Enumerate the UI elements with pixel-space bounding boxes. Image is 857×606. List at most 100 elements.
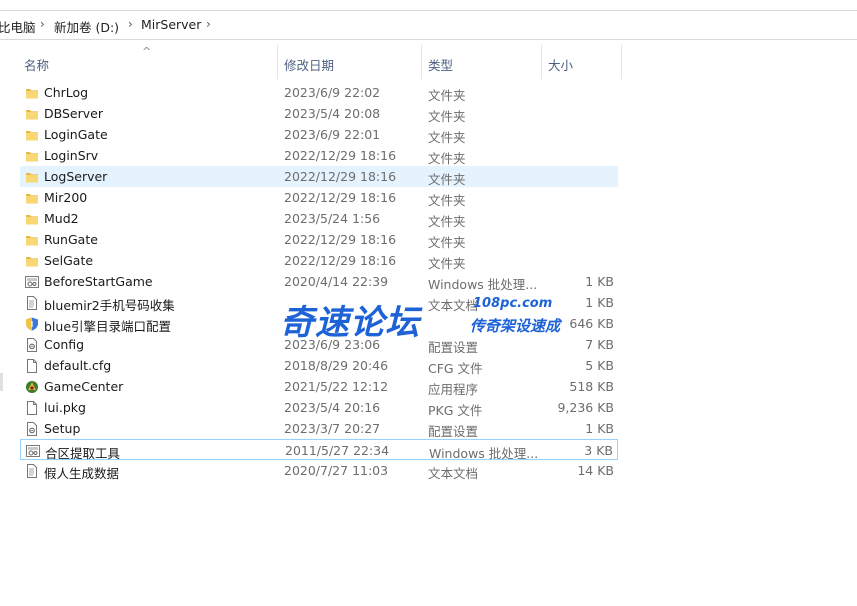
folder-icon [25,85,39,99]
file-name: BeforeStartGame [44,274,153,289]
watermark: 奇速论坛 108pc.com 传奇架设速成 [280,293,580,343]
file-type: 文件夹 [428,172,466,187]
file-type: 应用程序 [428,382,479,397]
file-name: Setup [44,421,81,436]
file-date: 2023/5/4 20:08 [284,106,381,121]
file-date: 2022/12/29 18:16 [284,190,397,205]
folder-icon [25,169,39,183]
file-size: 3 KB [584,443,613,458]
watermark-title: 奇速论坛 [280,303,420,343]
file-row[interactable]: Mir200 2022/12/29 18:16 文件夹 [20,187,618,208]
column-header-name[interactable]: 名称 [24,55,49,74]
folder-icon [25,106,39,120]
column-divider[interactable] [621,45,622,79]
folder-icon [25,211,39,225]
file-row[interactable]: GameCenter 2021/5/22 12:12 应用程序 518 KB [20,376,618,397]
file-row[interactable]: Mud2 2023/5/24 1:56 文件夹 [20,208,618,229]
file-date: 2020/7/27 11:03 [284,463,389,478]
file-type: 配置设置 [428,424,479,439]
sort-ascending-icon: ^ [142,45,152,58]
file-type: PKG 文件 [428,403,483,418]
app-icon [25,379,39,393]
breadcrumb-chevron-icon[interactable]: › [40,17,45,31]
file-row[interactable]: lui.pkg 2023/5/4 20:16 PKG 文件 9,236 KB [20,397,618,418]
column-header-type[interactable]: 类型 [428,55,453,74]
file-row[interactable]: 假人生成数据 2020/7/27 11:03 文本文档 14 KB [20,460,618,481]
file-size: 14 KB [577,463,614,478]
file-row[interactable]: LoginSrv 2022/12/29 18:16 文件夹 [20,145,618,166]
file-row[interactable]: 合区提取工具 2011/5/27 22:34 Windows 批处理... 3 KB [20,439,618,461]
folder-icon [25,127,39,141]
file-type: 文本文档 [428,466,479,481]
file-row[interactable]: ChrLog 2023/6/9 22:02 文件夹 [20,82,618,103]
address-bar[interactable]: 比电脑 › 新加卷 (D:) › MirServer › [0,10,857,40]
file-type: CFG 文件 [428,361,483,376]
file-name: ChrLog [44,85,89,100]
file-row[interactable]: RunGate 2022/12/29 18:16 文件夹 [20,229,618,250]
breadcrumb-chevron-icon[interactable]: › [128,17,133,31]
file-name: SelGate [44,253,94,268]
breadcrumb-item-this-pc[interactable]: 比电脑 [0,17,36,36]
file-type: 文件夹 [428,256,466,271]
column-header-date[interactable]: 修改日期 [284,55,334,74]
file-date: 2011/5/27 22:34 [285,443,390,458]
file-date: 2023/3/7 20:27 [284,421,381,436]
file-size: 1 KB [585,274,614,289]
file-name: LoginSrv [44,148,99,163]
file-type: 文件夹 [428,130,466,145]
file-type: 文件夹 [428,214,466,229]
file-type: 文件夹 [428,151,466,166]
blank-file-icon [25,358,39,373]
column-divider[interactable] [421,45,422,79]
file-size: 1 KB [585,295,614,310]
watermark-url: 108pc.com [473,296,553,311]
blank-file-icon [25,400,39,415]
file-size: 1 KB [585,421,614,436]
file-name: bluemir2手机号码收集 [44,298,175,313]
file-date: 2020/4/14 22:39 [284,274,389,289]
file-date: 2023/6/9 22:01 [284,127,381,142]
file-name: default.cfg [44,358,112,373]
file-name: 假人生成数据 [44,466,120,481]
file-size: 7 KB [585,337,614,352]
folder-icon [25,232,39,246]
file-date: 2022/12/29 18:16 [284,169,397,184]
scroll-edge [0,373,3,391]
file-row[interactable]: SelGate 2022/12/29 18:16 文件夹 [20,250,618,271]
file-row[interactable]: LogServer 2022/12/29 18:16 文件夹 [20,166,618,187]
column-divider[interactable] [277,45,278,79]
file-row[interactable]: Setup 2023/3/7 20:27 配置设置 1 KB [20,418,618,439]
config-file-icon [25,421,39,436]
file-size: 5 KB [585,358,614,373]
folder-icon [25,148,39,162]
breadcrumb-chevron-icon[interactable]: › [206,17,211,31]
file-row[interactable]: LoginGate 2023/6/9 22:01 文件夹 [20,124,618,145]
file-name: GameCenter [44,379,124,394]
column-divider[interactable] [541,45,542,79]
file-date: 2023/5/4 20:16 [284,400,381,415]
watermark-slogan: 传奇架设速成 [470,317,561,335]
file-name: Mud2 [44,211,79,226]
file-type: Windows 批处理... [428,277,538,292]
file-date: 2022/12/29 18:16 [284,148,397,163]
file-row[interactable]: default.cfg 2018/8/29 20:46 CFG 文件 5 KB [20,355,618,376]
file-row[interactable]: BeforeStartGame 2020/4/14 22:39 Windows 批处… [20,271,618,292]
file-date: 2023/5/24 1:56 [284,211,381,226]
file-name: blue引擎目录端口配置 [44,319,172,334]
breadcrumb-item-drive[interactable]: 新加卷 (D:) [54,17,119,36]
column-header-size[interactable]: 大小 [548,55,573,74]
file-type: 文件夹 [428,109,466,124]
file-name: lui.pkg [44,400,86,415]
file-size: 518 KB [569,379,614,394]
breadcrumb-item-folder[interactable]: MirServer [141,17,201,32]
shield-app-icon [25,316,39,331]
file-name: Config [44,337,85,352]
file-date: 2022/12/29 18:16 [284,253,397,268]
folder-icon [25,190,39,204]
file-type: 文件夹 [428,235,466,250]
file-row[interactable]: DBServer 2023/5/4 20:08 文件夹 [20,103,618,124]
config-file-icon [25,337,39,352]
file-type: 配置设置 [428,340,479,355]
text-file-icon [25,463,39,478]
text-file-icon [25,295,39,310]
